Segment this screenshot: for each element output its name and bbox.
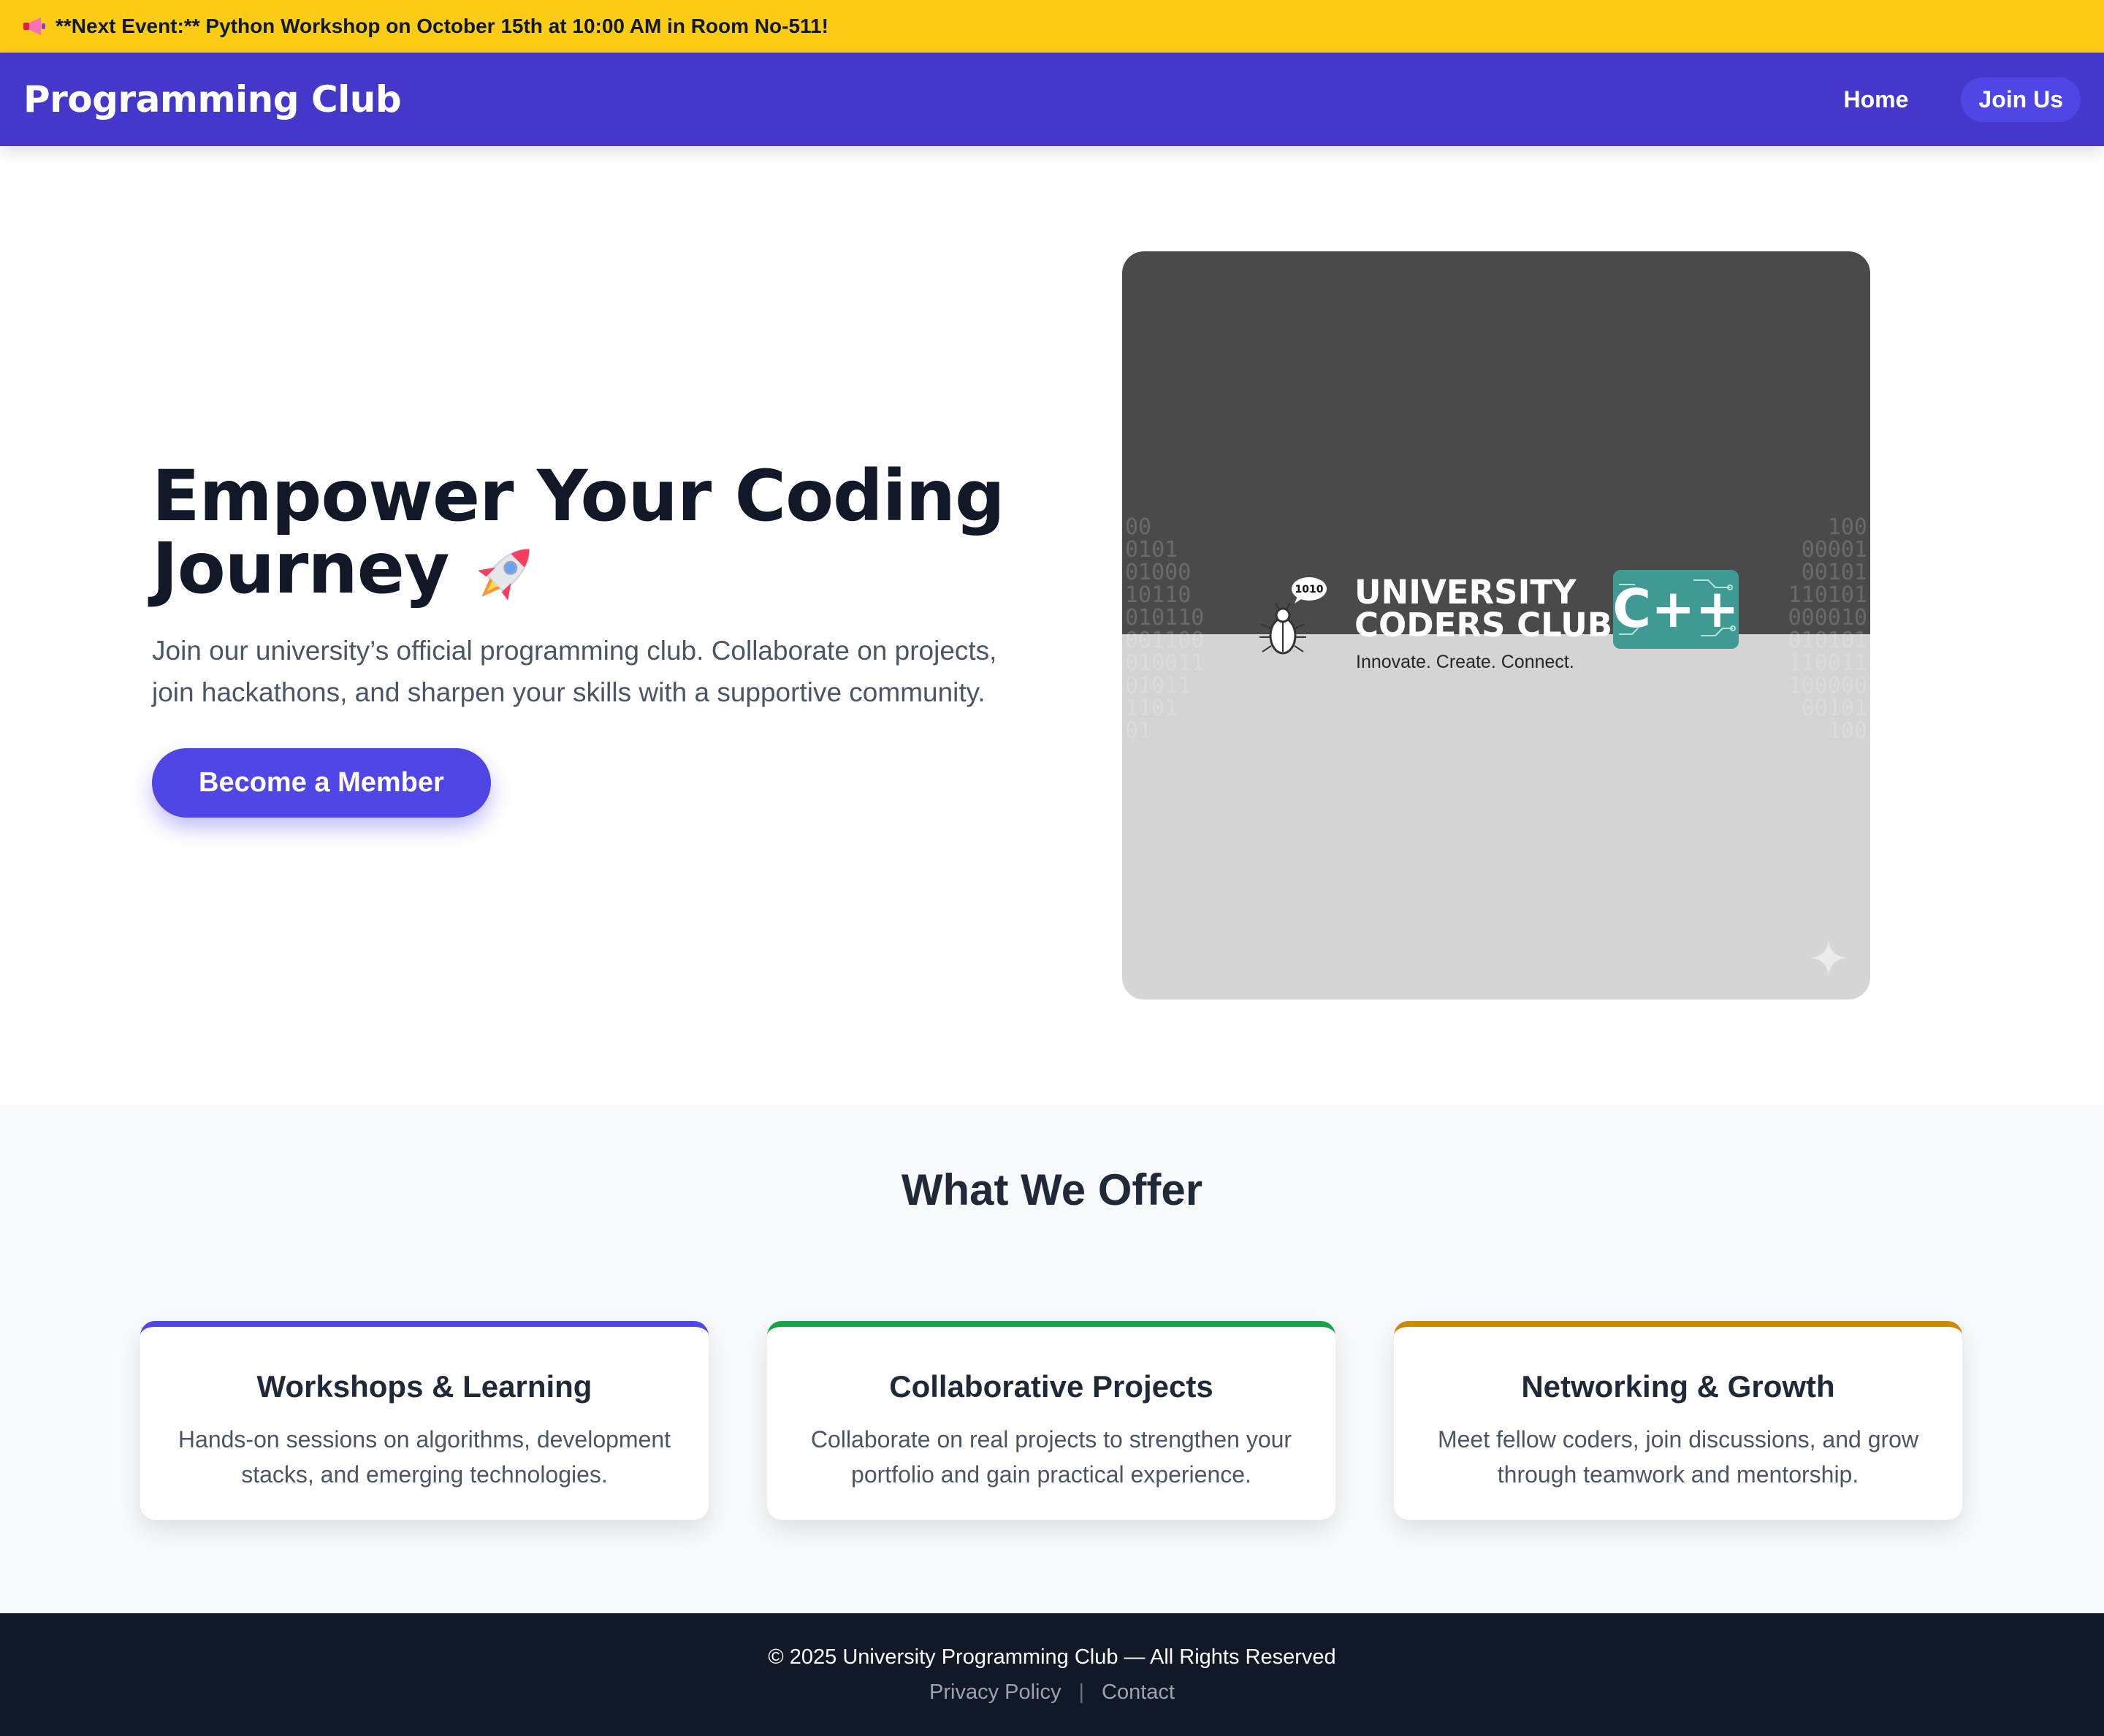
privacy-policy-link[interactable]: Privacy Policy [929, 1680, 1061, 1704]
hero-title-line1: Empower Your Coding [152, 455, 1005, 537]
cpp-label: C++ [1613, 578, 1739, 639]
sparkle-icon [1810, 940, 1847, 976]
offer-card-projects: Collaborative Projects Collaborate on re… [767, 1321, 1335, 1520]
site-brand[interactable]: Programming Club [23, 78, 402, 121]
club-logo-image: 00 0101 01000 10110 010110 001100 010011… [1122, 251, 1870, 1000]
offer-card-networking: Networking & Growth Meet fellow coders, … [1394, 1321, 1962, 1520]
hero-title: Empower Your Coding Journey [152, 460, 1043, 614]
nav-links: Home Join Us [1844, 77, 2081, 122]
page-footer: © 2025 University Programming Club — All… [0, 1613, 2104, 1736]
hero-subtitle: Join our university’s official programmi… [152, 635, 997, 707]
hero-text: Empower Your Coding Journey Join our uni… [152, 460, 1043, 818]
nav-home-link[interactable]: Home [1844, 86, 1909, 113]
nav-join-button[interactable]: Join Us [1961, 77, 2081, 122]
binary-pattern-right: 100 00001 00101 110101 000010 010101 110… [1788, 514, 1867, 744]
club-name-line2: CODERS CLUB [1354, 606, 1613, 644]
club-name: UNIVERSITY CODERS CLUB [1354, 576, 1612, 642]
offer-title: What We Offer [901, 1165, 1203, 1214]
offer-section: What We Offer Workshops & Learning Hands… [0, 1105, 2104, 1613]
announcement-text: **Next Event:** Python Workshop on Octob… [56, 15, 828, 37]
contact-link[interactable]: Contact [1102, 1680, 1175, 1704]
cpp-chip-icon: C++ [1613, 570, 1739, 649]
footer-copyright: © 2025 University Programming Club — All… [768, 1645, 1336, 1669]
bug-badge-text: 1010 [1295, 584, 1324, 595]
offer-cards: Workshops & Learning Hands-on sessions o… [140, 1321, 1962, 1520]
card-text: Hands-on sessions on algorithms, develop… [178, 1426, 671, 1488]
binary-pattern-left: 00 0101 01000 10110 010110 001100 010011… [1125, 514, 1205, 744]
announcement-bar: **Next Event:** Python Workshop on Octob… [0, 0, 2104, 53]
megaphone-icon [23, 18, 45, 35]
hero-title-line2: Journey [152, 527, 449, 609]
rocket-icon [478, 548, 530, 601]
card-text: Collaborate on real projects to strength… [810, 1426, 1292, 1488]
hero-section: Empower Your Coding Journey Join our uni… [0, 146, 2104, 1105]
card-title: Collaborative Projects [889, 1369, 1213, 1404]
club-logo: 1010 UNIVERSITY CODERS CLUB Innovate. Cr… [1254, 570, 1765, 672]
become-member-button[interactable]: Become a Member [152, 748, 491, 818]
footer-links: Privacy Policy | Contact [0, 1680, 2104, 1705]
card-title: Networking & Growth [1521, 1369, 1835, 1404]
bug-icon: 1010 [1259, 577, 1327, 655]
footer-separator: | [1078, 1680, 1085, 1704]
club-tagline: Innovate. Create. Connect. [1356, 652, 1574, 672]
club-name-line1: UNIVERSITY [1354, 573, 1577, 612]
offer-card-workshops: Workshops & Learning Hands-on sessions o… [140, 1321, 709, 1520]
card-title: Workshops & Learning [256, 1369, 592, 1404]
top-navbar: Programming Club Home Join Us [0, 53, 2104, 146]
card-text: Meet fellow coders, join discussions, an… [1437, 1426, 1919, 1488]
